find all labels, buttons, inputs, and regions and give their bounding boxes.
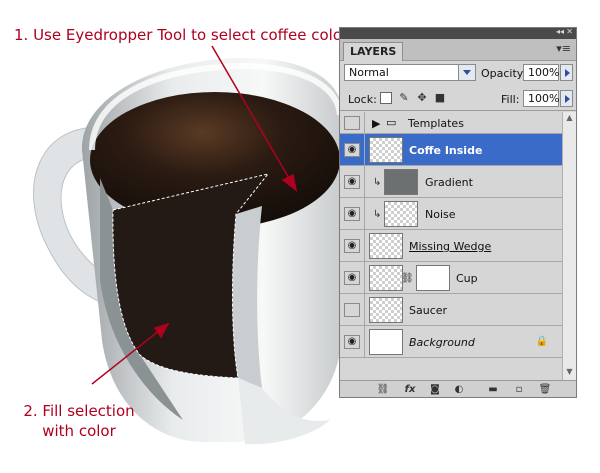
layer-name: Noise (425, 208, 456, 221)
layers-scrollbar[interactable]: ▲ ▼ (562, 112, 576, 380)
layer-row-templates[interactable]: ▶ ▭ Templates (340, 112, 562, 134)
new-layer-icon[interactable]: ▫ (512, 383, 526, 396)
eye-icon[interactable]: ◉ (344, 175, 360, 189)
layers-list: ▶ ▭ Templates ◉ Coffe Inside ◉ ↳ Gradien… (340, 112, 562, 380)
lock-image-icon[interactable]: ✎ (398, 92, 410, 104)
panel-menu-icon[interactable]: ▾≡ (556, 42, 571, 55)
chevron-down-icon[interactable] (458, 65, 475, 80)
layer-name: Missing Wedge (409, 240, 492, 253)
annotation-step-1: 1. Use Eyedropper Tool to select coffee … (14, 26, 349, 44)
layer-row-saucer[interactable]: Saucer (340, 294, 562, 326)
layer-thumbnail (369, 329, 403, 355)
panel-tab-row: LAYERS ▾≡ (340, 39, 576, 61)
layers-panel: ◂◂ ✕ LAYERS ▾≡ Normal Opacity: 100% Lock… (339, 27, 577, 398)
layer-row-gradient[interactable]: ◉ ↳ Gradient (340, 166, 562, 198)
fill-label: Fill: (501, 93, 520, 106)
lock-position-icon[interactable]: ✥ (416, 92, 428, 104)
layer-name: Coffe Inside (409, 144, 483, 157)
fill-input[interactable]: 100% (523, 90, 559, 107)
layer-thumbnail (369, 297, 403, 323)
annotation-step-2-line-1: 2. Fill selection (23, 402, 135, 420)
eye-icon[interactable]: ◉ (344, 271, 360, 285)
layer-row-coffe-inside[interactable]: ◉ Coffe Inside (340, 134, 562, 166)
divider (340, 110, 576, 111)
layer-row-background[interactable]: ◉ Background 🔒 (340, 326, 562, 358)
blend-mode-select[interactable]: Normal (344, 64, 476, 81)
close-icon[interactable]: ✕ (566, 28, 573, 36)
layer-name: Cup (456, 272, 478, 285)
eye-icon[interactable]: ◉ (344, 239, 360, 253)
opacity-slider-button[interactable] (560, 64, 573, 81)
tab-layers[interactable]: LAYERS (343, 42, 404, 61)
clipping-mask-icon: ↳ (373, 209, 382, 220)
lock-icon: 🔒 (535, 336, 548, 347)
layer-row-noise[interactable]: ◉ ↳ Noise (340, 198, 562, 230)
link-layers-icon[interactable]: ⛓ (376, 383, 390, 396)
folder-icon: ▭ (386, 116, 397, 129)
fill-slider-button[interactable] (560, 90, 573, 107)
opacity-input[interactable]: 100% (523, 64, 559, 81)
layer-row-cup[interactable]: ◉ ⛓ Cup (340, 262, 562, 294)
layers-bottom-bar: ⛓ fx ◙ ◐ ▬ ▫ 🗑 (340, 380, 576, 397)
eye-icon[interactable]: ◉ (344, 335, 360, 349)
clipping-mask-icon: ↳ (373, 177, 382, 188)
annotation-step-2-line-2: with color (42, 422, 116, 440)
visibility-toggle[interactable] (344, 303, 360, 317)
fx-icon[interactable]: fx (402, 383, 418, 396)
layer-name: Background (409, 336, 475, 349)
eye-icon[interactable]: ◉ (344, 143, 360, 157)
adjustment-layer-icon[interactable]: ◐ (452, 383, 466, 396)
disclosure-triangle-icon[interactable]: ▶ (372, 117, 380, 130)
layer-mask-thumbnail[interactable] (416, 265, 450, 291)
layer-name: Saucer (409, 304, 448, 317)
layer-thumbnail (384, 169, 418, 195)
panel-titlebar: ◂◂ ✕ (340, 28, 576, 39)
scroll-down-icon[interactable]: ▼ (563, 367, 576, 379)
layer-row-missing-wedge[interactable]: ◉ Missing Wedge (340, 230, 562, 262)
opacity-label: Opacity: (481, 67, 527, 80)
trash-icon[interactable]: 🗑 (538, 383, 552, 396)
layer-thumbnail (384, 201, 418, 227)
lock-transparency-icon[interactable] (380, 92, 392, 104)
lock-all-icon[interactable]: ■ (434, 92, 446, 104)
collapse-icon[interactable]: ◂◂ (556, 28, 564, 36)
visibility-toggle[interactable] (344, 116, 360, 130)
annotation-step-2: 2. Fill selection with color (19, 401, 139, 441)
layer-name: Templates (408, 117, 464, 130)
scroll-up-icon[interactable]: ▲ (563, 113, 576, 125)
layer-thumbnail (369, 137, 403, 163)
layer-thumbnail (369, 233, 403, 259)
layer-thumbnail (369, 265, 403, 291)
new-group-icon[interactable]: ▬ (486, 383, 500, 396)
layer-name: Gradient (425, 176, 473, 189)
eye-icon[interactable]: ◉ (344, 207, 360, 221)
add-mask-icon[interactable]: ◙ (428, 383, 442, 396)
lock-label: Lock: (348, 93, 377, 106)
blend-mode-value: Normal (349, 66, 389, 79)
mask-link-icon[interactable]: ⛓ (401, 273, 414, 284)
